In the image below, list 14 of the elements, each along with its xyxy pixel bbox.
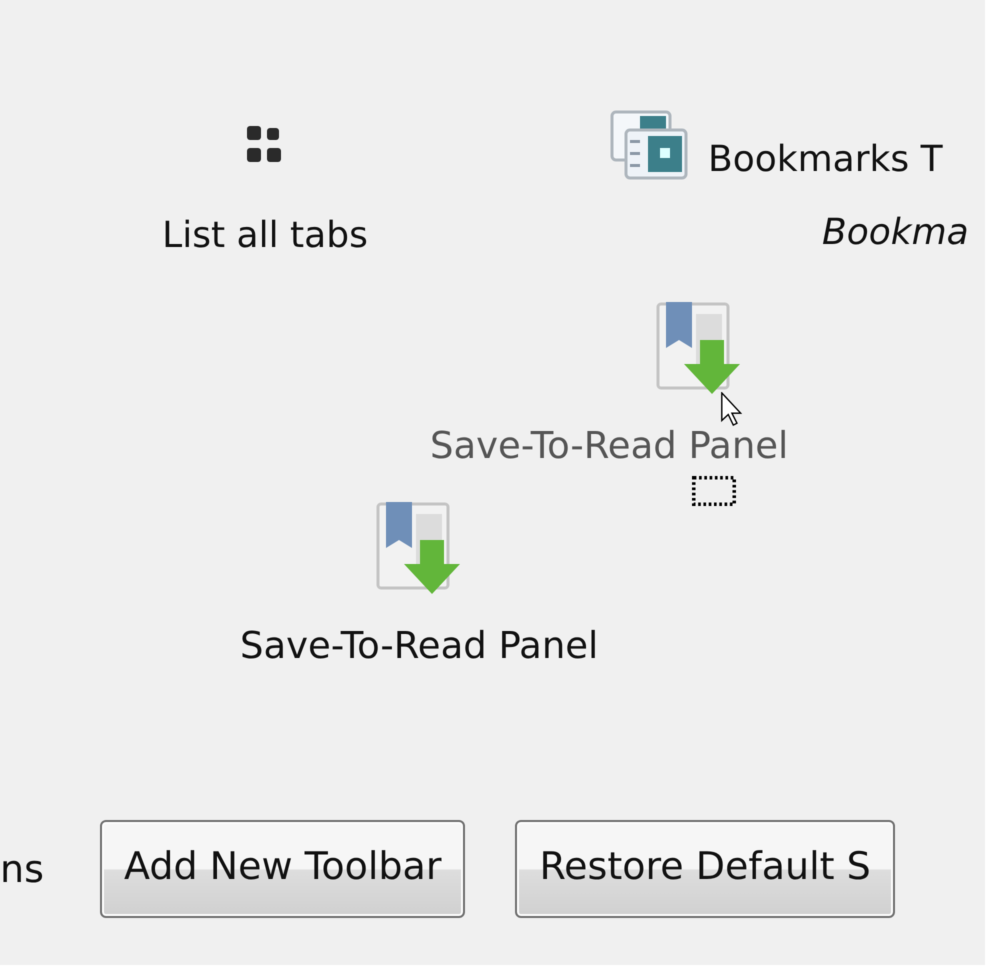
palette-item-label[interactable]: Bookmarks T — [708, 140, 943, 180]
restore-default-button[interactable]: Restore Default S — [515, 820, 895, 918]
show-label: ns — [0, 847, 45, 891]
cursor-arrow-icon — [720, 392, 742, 426]
palette-item-label[interactable]: List all tabs — [162, 216, 368, 256]
drag-box-icon — [692, 476, 736, 506]
save-to-read-icon — [656, 300, 742, 396]
save-to-read-icon — [376, 500, 462, 596]
palette-item-label[interactable]: Save-To-Read Panel — [240, 626, 598, 667]
add-toolbar-button[interactable]: Add New Toolbar — [100, 820, 466, 918]
bookmarks-toolbar-icon — [610, 110, 688, 180]
list-tabs-icon — [247, 126, 283, 164]
dragged-item-label[interactable]: Save-To-Read Panel — [430, 426, 788, 467]
palette-item-sublabel: Bookma — [822, 212, 969, 253]
